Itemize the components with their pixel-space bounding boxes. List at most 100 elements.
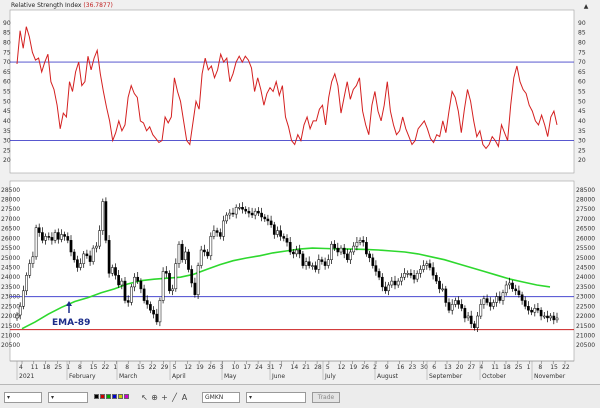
- candle-body: [485, 298, 489, 303]
- candle-body: [549, 315, 552, 319]
- candle-body: [180, 243, 184, 260]
- date-tick-label: 28: [314, 364, 322, 371]
- candle-body: [149, 304, 152, 311]
- text-icon[interactable]: A: [180, 393, 189, 402]
- color-blue-swatch[interactable]: [112, 394, 117, 399]
- candle-body: [307, 261, 311, 266]
- candle-body: [425, 263, 429, 266]
- trade-button[interactable]: Trade: [312, 392, 340, 403]
- rsi-tick-label-left: 40: [3, 118, 11, 125]
- candle-body: [47, 236, 51, 238]
- price-tick-label-right: 26000: [576, 235, 595, 242]
- color-green-swatch[interactable]: [106, 394, 111, 399]
- date-tick-label: 27: [468, 364, 476, 371]
- date-tick-label: 19: [350, 364, 358, 371]
- candle-body: [196, 265, 200, 295]
- price-tick-label-right: 28500: [576, 187, 595, 194]
- rsi-tick-label-left: 50: [3, 98, 11, 105]
- symbol-field[interactable]: GMKN: [202, 392, 240, 403]
- rsi-tick-label-right: 80: [578, 39, 586, 46]
- date-axis: 4 11 18 25 1 8 15 22 1 8 15 22 29 5 12 19 26 3 10 17 24 31 7 14…: [10, 360, 574, 380]
- candle-body: [215, 230, 219, 233]
- price-tick-label-right: 21000: [576, 332, 595, 339]
- candle-body: [380, 276, 384, 288]
- line-style-select[interactable]: ▾: [4, 392, 42, 403]
- candle-body: [225, 214, 228, 222]
- candle-body: [133, 276, 136, 288]
- crosshair-icon[interactable]: +: [160, 393, 169, 402]
- candle-body: [504, 284, 508, 294]
- candle-body: [488, 302, 492, 307]
- candle-body: [206, 251, 209, 257]
- date-tick-label: 15: [137, 364, 145, 371]
- month-label: June: [271, 373, 285, 380]
- color-yellow-swatch[interactable]: [118, 394, 123, 399]
- candle-body: [539, 309, 543, 317]
- candle-body: [31, 256, 35, 264]
- candle-body: [114, 267, 117, 276]
- candle-body: [466, 315, 470, 319]
- rsi-tick-label-left: 65: [3, 69, 11, 76]
- color-red-swatch[interactable]: [100, 394, 105, 399]
- date-tick-label: 5: [173, 364, 177, 371]
- zoom-icon[interactable]: ⊕: [150, 393, 159, 402]
- rsi-tick-label-left: 80: [3, 39, 11, 46]
- candle-body: [164, 271, 168, 274]
- candle-body: [523, 300, 527, 307]
- date-tick-label: 25: [515, 364, 523, 371]
- date-tick-label: 15: [550, 364, 558, 371]
- price-tick-label-left: 24500: [1, 265, 20, 272]
- candle-body: [63, 234, 66, 237]
- date-tick-label: 22: [562, 364, 570, 371]
- rsi-tick-label-left: 90: [3, 20, 11, 27]
- timeframe-select[interactable]: ▾: [246, 392, 306, 403]
- candle-body: [346, 253, 349, 260]
- candle-body: [533, 308, 537, 313]
- candle-body: [95, 245, 98, 249]
- candle-body: [126, 300, 130, 303]
- rsi-tick-label-left: 30: [3, 138, 11, 145]
- candle-body: [390, 280, 394, 286]
- line-width-select[interactable]: ▾: [48, 392, 88, 403]
- candle-body: [301, 253, 305, 266]
- price-tick-label-left: 26000: [1, 235, 20, 242]
- rsi-tick-label-right: 90: [578, 20, 586, 27]
- candle-body: [56, 232, 60, 240]
- candle-body: [101, 201, 105, 231]
- candle-body: [25, 275, 28, 292]
- candle-body: [508, 282, 511, 286]
- candle-body: [428, 263, 432, 268]
- price-tick-label-right: 23000: [576, 294, 595, 301]
- candle-body: [476, 315, 479, 328]
- candle-body: [355, 242, 359, 247]
- rsi-title: Relative Strength Index (36.7877): [11, 2, 113, 9]
- scroll-up-icon[interactable]: ▲: [581, 2, 591, 11]
- date-tick-label: 29: [161, 364, 169, 371]
- date-tick-label: 22: [102, 364, 110, 371]
- price-tick-label-left: 22500: [1, 303, 20, 310]
- rsi-tick-label-left: 35: [3, 128, 11, 135]
- candle-body: [444, 288, 448, 303]
- color-black-swatch[interactable]: [94, 394, 99, 399]
- line-icon[interactable]: ╱: [170, 393, 179, 402]
- rsi-tick-label-left: 55: [3, 89, 11, 96]
- date-tick-label: 15: [90, 364, 98, 371]
- candle-body: [184, 251, 187, 261]
- candle-body: [199, 249, 203, 266]
- candle-body: [34, 227, 38, 258]
- candle-body: [18, 306, 22, 316]
- candle-body: [393, 280, 397, 286]
- candle-body: [409, 273, 413, 276]
- candle-body: [269, 220, 273, 226]
- rsi-title-label: Relative Strength Index: [11, 2, 82, 9]
- month-label: October: [482, 373, 507, 380]
- price-tick-label-left: 23500: [1, 284, 20, 291]
- pointer-icon[interactable]: ↖: [140, 393, 149, 402]
- candle-body: [241, 207, 244, 210]
- candle-body: [361, 240, 365, 243]
- candle-body: [228, 212, 232, 216]
- candle-body: [517, 290, 521, 295]
- candle-body: [190, 269, 194, 284]
- color-magenta-swatch[interactable]: [124, 394, 129, 399]
- date-tick-label: 7: [279, 364, 283, 371]
